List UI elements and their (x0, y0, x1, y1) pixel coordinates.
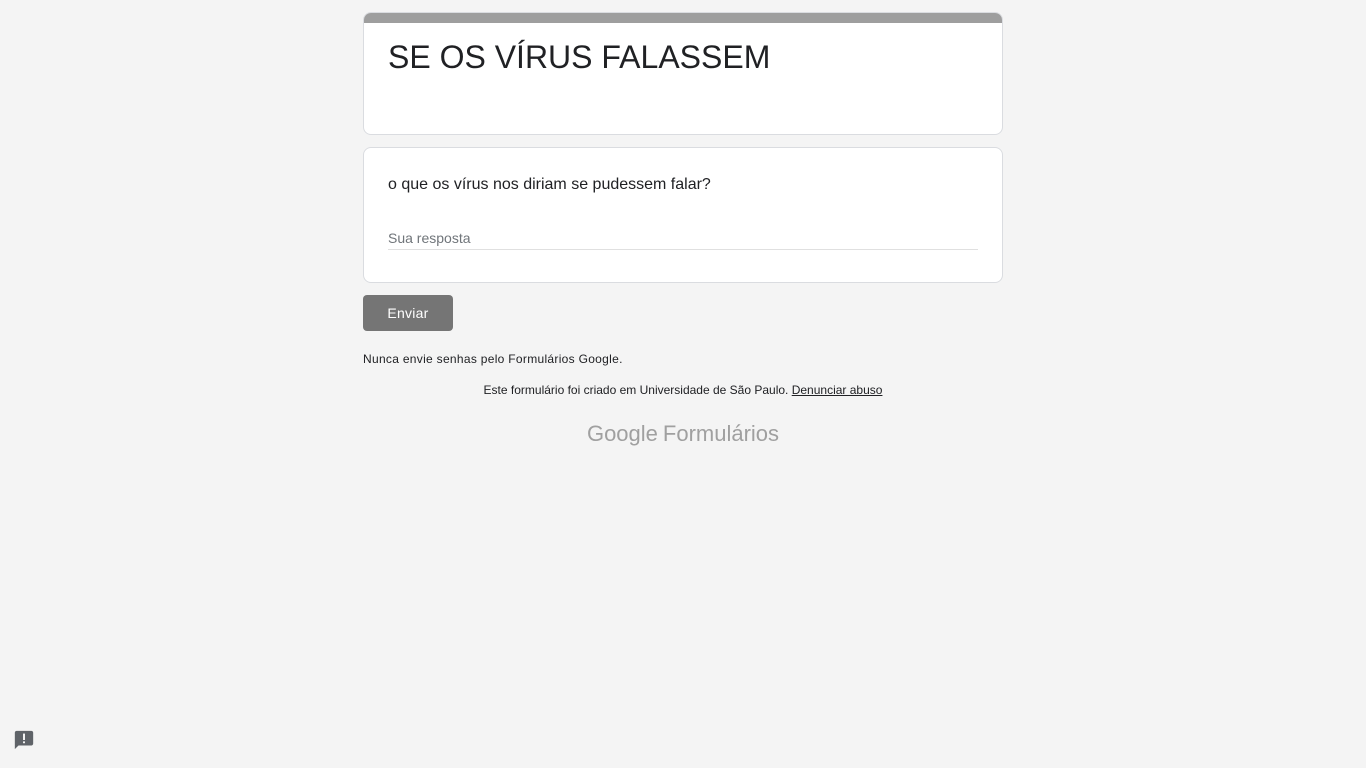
password-warning: Nunca envie senhas pelo Formulários Goog… (363, 352, 623, 366)
form-title: SE OS VÍRUS FALASSEM (388, 39, 771, 75)
report-problem-icon[interactable] (13, 729, 35, 751)
google-forms-logo[interactable]: Google Formulários (363, 420, 1003, 448)
question-title: o que os vírus nos diriam se pudessem fa… (388, 176, 711, 193)
question-card: o que os vírus nos diriam se pudessem fa… (363, 147, 1003, 283)
brand-product: Formulários (662, 421, 780, 446)
created-in-text: Este formulário foi criado em Universida… (483, 383, 789, 397)
submit-button[interactable]: Enviar (363, 295, 453, 331)
footer-info: Este formulário foi criado em Universida… (363, 382, 1003, 398)
answer-input[interactable] (388, 226, 978, 250)
title-card: SE OS VÍRUS FALASSEM (363, 12, 1003, 135)
form-page: SE OS VÍRUS FALASSEM o que os vírus nos … (0, 0, 1366, 768)
form-column: SE OS VÍRUS FALASSEM o que os vírus nos … (363, 12, 1003, 448)
accent-bar (364, 13, 1002, 23)
report-abuse-link[interactable]: Denunciar abuso (792, 383, 883, 397)
brand-google: Google (586, 421, 658, 446)
